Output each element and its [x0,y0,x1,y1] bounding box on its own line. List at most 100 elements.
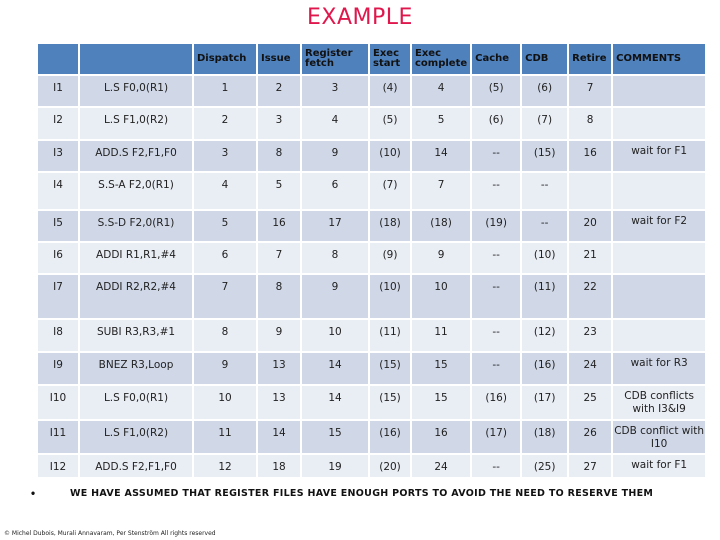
cell-id: I5 [38,211,78,241]
cell-issue: 13 [258,353,300,384]
cell-cdb: (15) [522,141,568,171]
cell-cache: -- [472,243,521,273]
cell-comment: wait for F2 [613,211,706,241]
table-row: I1 L.S F0,0(R1) 1 2 3 (4) 4 (5) (6) 7 [38,76,706,106]
cell-issue: 5 [258,173,300,209]
cell-dispatch: 4 [194,173,256,209]
table-row: I8 SUBI R3,R3,#1 8 9 10 (11) 11 -- (12) 23 [38,320,706,351]
column-header-cdb: CDB [522,44,568,74]
cell-cache: -- [472,353,521,384]
cell-comment [613,173,706,209]
cell-retire: 16 [569,141,612,171]
cell-cdb: (10) [522,243,568,273]
table-header-row: Dispatch Issue Register fetch Exec start… [38,44,706,74]
cell-retire: 26 [569,421,612,453]
cell-exec-complete: 10 [412,275,471,318]
cell-exec-start: (15) [370,386,410,419]
cell-comment: CDB conflicts with I3&I9 [613,386,706,419]
column-header-retire: Retire [569,44,612,74]
cell-instruction: L.S F0,0(R1) [80,386,192,419]
cell-register-fetch: 17 [302,211,368,241]
cell-cache: -- [472,173,521,209]
cell-instruction: ADD.S F2,F1,F0 [80,141,192,171]
cell-id: I8 [38,320,78,351]
cell-cache: -- [472,141,521,171]
column-header-id [38,44,78,74]
cell-exec-start: (20) [370,455,410,477]
cell-register-fetch: 9 [302,141,368,171]
cell-register-fetch: 19 [302,455,368,477]
column-header-exec-start: Exec start [370,44,410,74]
cell-instruction: ADD.S F2,F1,F0 [80,455,192,477]
cell-comment [613,76,706,106]
cell-register-fetch: 3 [302,76,368,106]
cell-exec-complete: 9 [412,243,471,273]
cell-dispatch: 9 [194,353,256,384]
cell-issue: 16 [258,211,300,241]
table-row: I6 ADDI R1,R1,#4 6 7 8 (9) 9 -- (10) 21 [38,243,706,273]
cell-dispatch: 1 [194,76,256,106]
cell-cdb: -- [522,173,568,209]
cell-dispatch: 6 [194,243,256,273]
cell-issue: 13 [258,386,300,419]
column-header-exec-complete: Exec complete [412,44,471,74]
table-row: I7 ADDI R2,R2,#4 7 8 9 (10) 10 -- (11) 22 [38,275,706,318]
cell-exec-start: (16) [370,421,410,453]
cell-dispatch: 8 [194,320,256,351]
cell-cdb: (12) [522,320,568,351]
cell-retire: 27 [569,455,612,477]
table-row: I10 L.S F0,0(R1) 10 13 14 (15) 15 (16) (17) 25 CDB… [38,386,706,419]
cell-instruction: SUBI R3,R3,#1 [80,320,192,351]
cell-id: I2 [38,108,78,139]
cell-exec-start: (10) [370,141,410,171]
schedule-table: Dispatch Issue Register fetch Exec start… [36,42,707,479]
cell-retire: 8 [569,108,612,139]
cell-instruction: L.S F0,0(R1) [80,76,192,106]
note-text: WE HAVE ASSUMED THAT REGISTER FILES HAVE… [70,488,654,499]
cell-issue: 14 [258,421,300,453]
cell-cdb: (6) [522,76,568,106]
cell-register-fetch: 14 [302,353,368,384]
cell-cdb: (25) [522,455,568,477]
cell-comment: wait for R3 [613,353,706,384]
cell-cache: (19) [472,211,521,241]
cell-retire: 22 [569,275,612,318]
cell-exec-start: (18) [370,211,410,241]
bullet-icon: • [30,489,37,500]
cell-cdb: (17) [522,386,568,419]
cell-instruction: S.S-A F2,0(R1) [80,173,192,209]
cell-register-fetch: 10 [302,320,368,351]
cell-cache: (5) [472,76,521,106]
cell-instruction: ADDI R2,R2,#4 [80,275,192,318]
cell-retire: 20 [569,211,612,241]
cell-cdb: (11) [522,275,568,318]
cell-retire [569,173,612,209]
cell-cdb: (18) [522,421,568,453]
cell-instruction: ADDI R1,R1,#4 [80,243,192,273]
table-row: I9 BNEZ R3,Loop 9 13 14 (15) 15 -- (16) 24 wait fo… [38,353,706,384]
cell-retire: 24 [569,353,612,384]
cell-cache: -- [472,275,521,318]
cell-exec-complete: 16 [412,421,471,453]
cell-exec-start: (9) [370,243,410,273]
cell-comment [613,243,706,273]
cell-dispatch: 10 [194,386,256,419]
cell-instruction: S.S-D F2,0(R1) [80,211,192,241]
cell-cdb: (7) [522,108,568,139]
cell-id: I11 [38,421,78,453]
table-row: I4 S.S-A F2,0(R1) 4 5 6 (7) 7 -- -- [38,173,706,209]
cell-id: I3 [38,141,78,171]
cell-exec-complete: 5 [412,108,471,139]
cell-id: I10 [38,386,78,419]
cell-dispatch: 7 [194,275,256,318]
cell-exec-start: (11) [370,320,410,351]
cell-cache: (6) [472,108,521,139]
cell-instruction: L.S F1,0(R2) [80,108,192,139]
cell-register-fetch: 6 [302,173,368,209]
cell-exec-complete: 15 [412,386,471,419]
cell-retire: 25 [569,386,612,419]
cell-id: I4 [38,173,78,209]
cell-id: I12 [38,455,78,477]
cell-issue: 8 [258,275,300,318]
cell-cache: -- [472,320,521,351]
